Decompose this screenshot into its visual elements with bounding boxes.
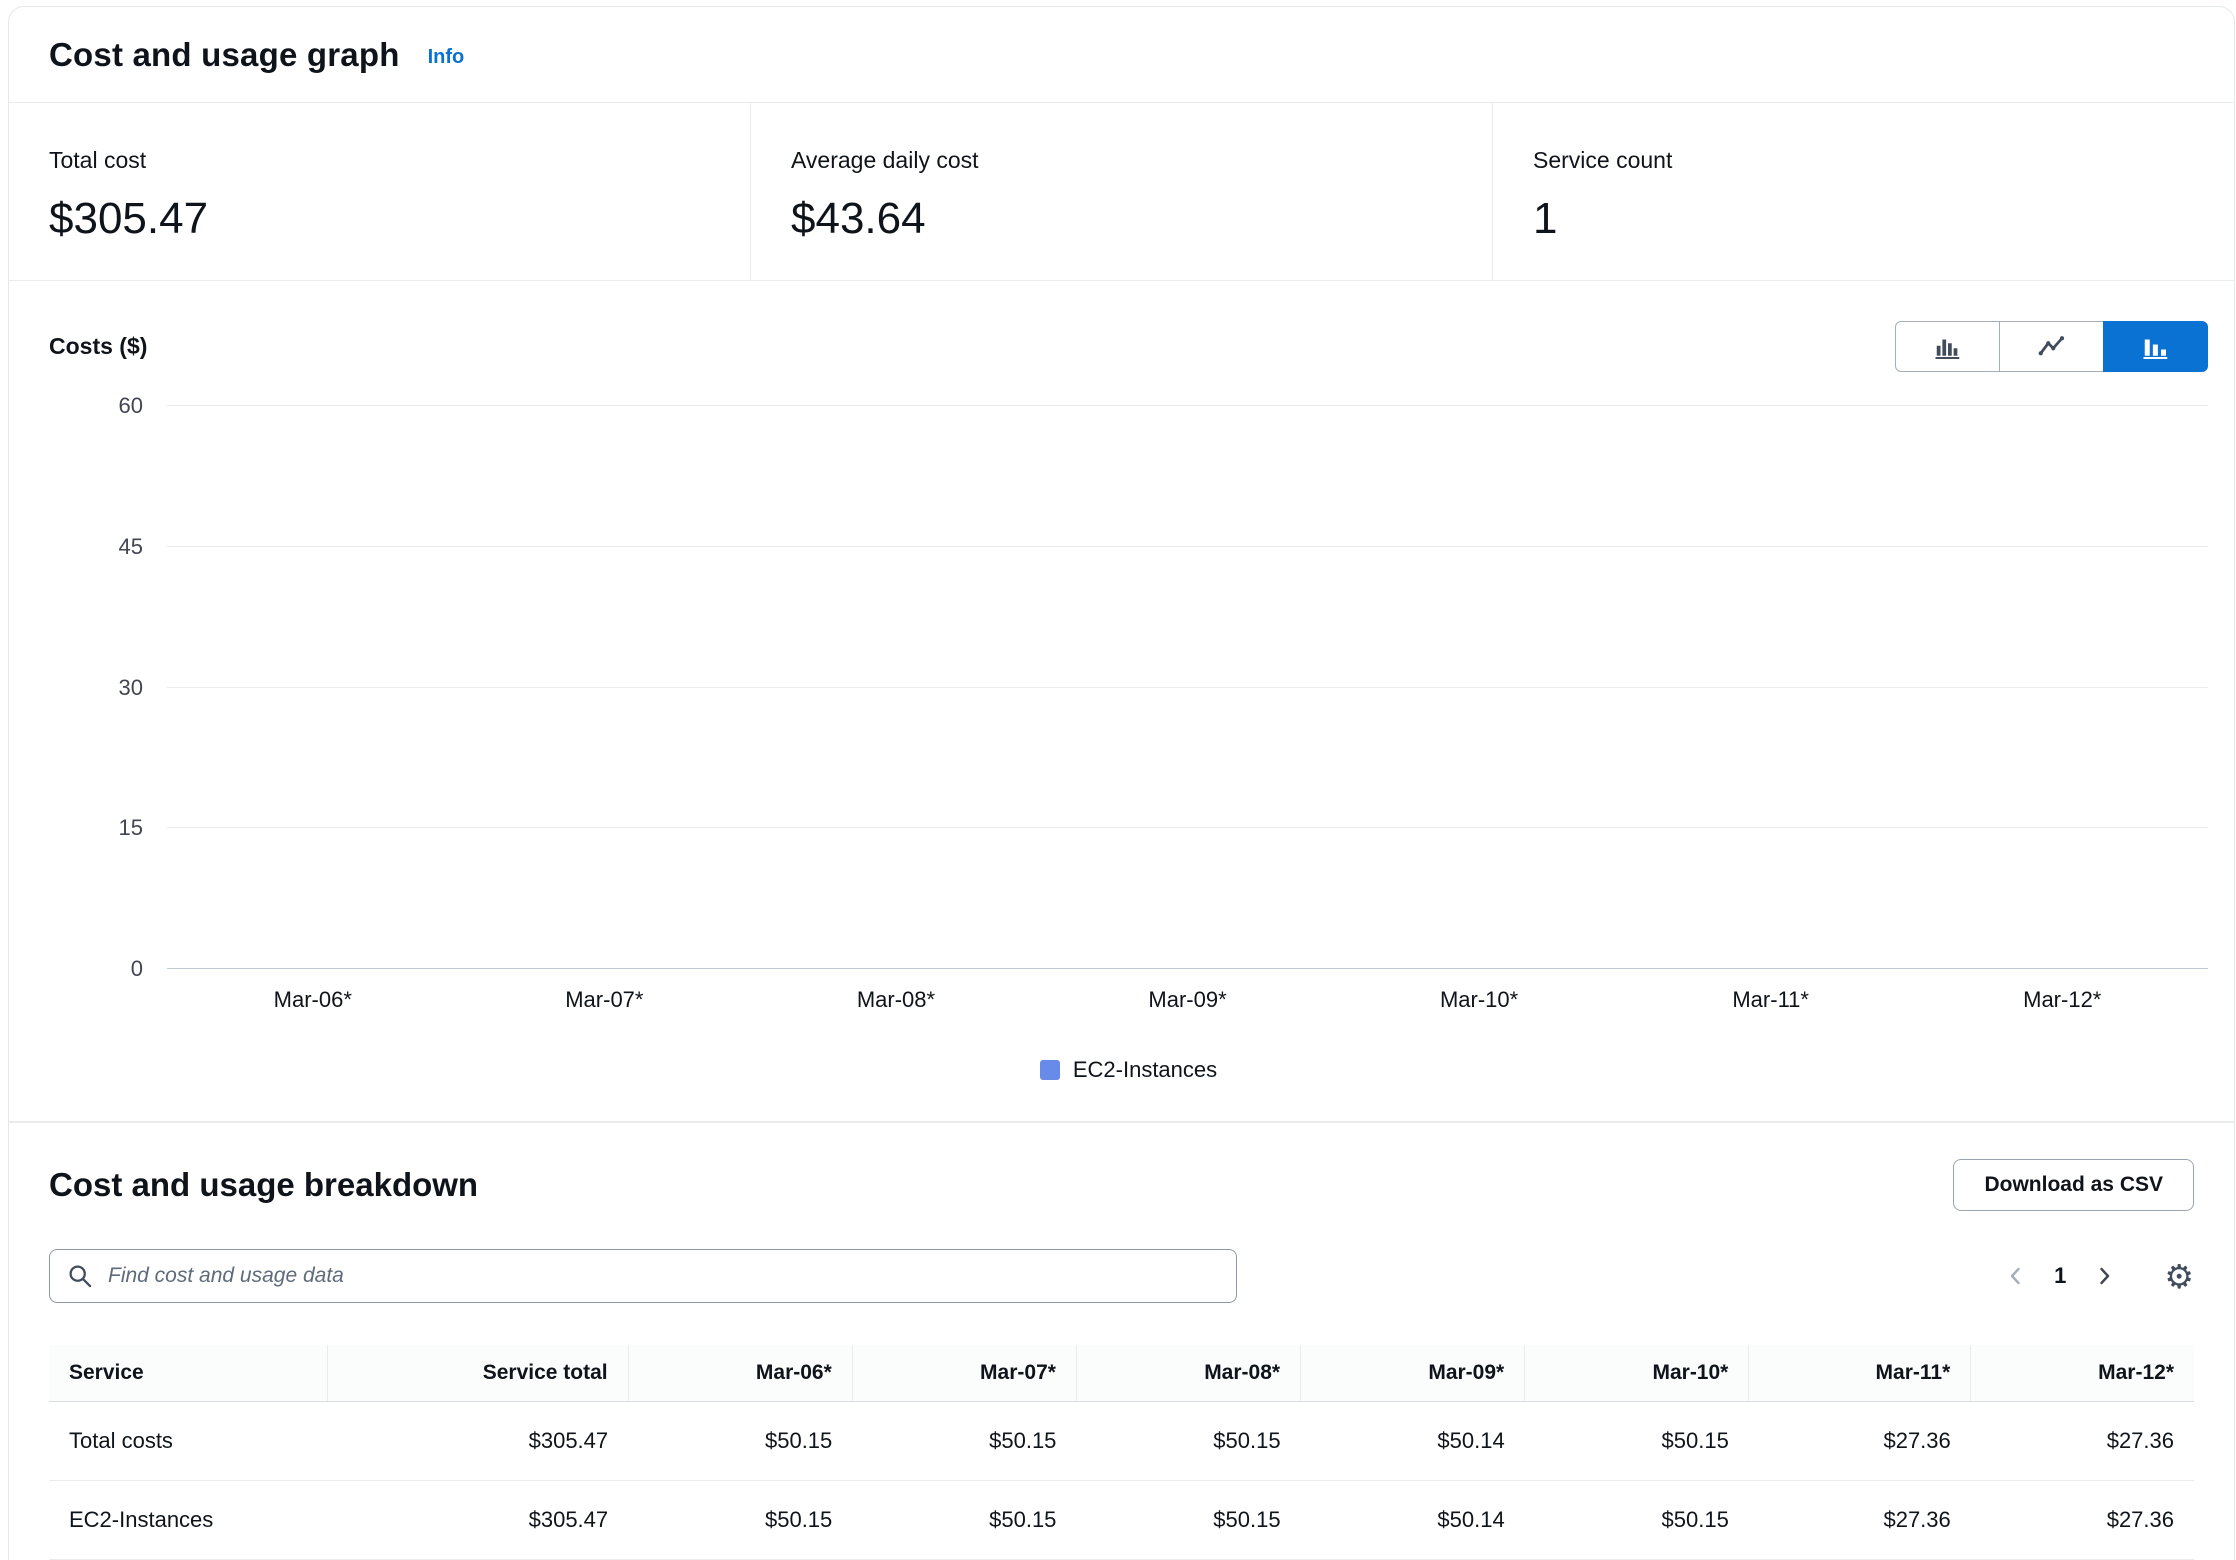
x-axis-label: Mar-06* xyxy=(167,987,459,1013)
x-axis-label: Mar-09* xyxy=(1042,987,1334,1013)
stacked-bar-chart-icon xyxy=(2141,332,2171,362)
value-cell: $27.36 xyxy=(1971,1402,2194,1481)
panel-header: Cost and usage graph Info xyxy=(9,7,2234,103)
stat-service-count: Service count 1 xyxy=(1492,103,2234,280)
breakdown-section: Cost and usage breakdown Download as CSV… xyxy=(9,1121,2234,1560)
line-chart-icon xyxy=(2037,332,2067,362)
download-csv-button[interactable]: Download as CSV xyxy=(1953,1159,2194,1211)
current-page-number[interactable]: 1 xyxy=(2054,1263,2066,1289)
service-cell: EC2-Instances xyxy=(49,1481,328,1560)
value-cell: $27.36 xyxy=(1749,1402,1971,1481)
value-cell: $50.14 xyxy=(1301,1481,1525,1560)
column-header: Service xyxy=(49,1345,328,1402)
stat-total-cost: Total cost $305.47 xyxy=(9,103,750,280)
table-row: EC2-Instances$305.47$50.15$50.15$50.15$5… xyxy=(49,1481,2194,1560)
chart-header: Costs ($) xyxy=(49,321,2208,372)
bar-chart: 015304560 xyxy=(49,406,2208,969)
table-body: Total costs$305.47$50.15$50.15$50.15$50.… xyxy=(49,1402,2194,1560)
chevron-right-icon xyxy=(2092,1264,2116,1288)
table-header: ServiceService totalMar-06*Mar-07*Mar-08… xyxy=(49,1345,2194,1402)
grouped-bar-chart-icon xyxy=(1933,332,1963,362)
service-cell: Total costs xyxy=(49,1402,328,1481)
value-cell: $50.15 xyxy=(628,1481,852,1560)
x-axis-label: Mar-12* xyxy=(1916,987,2208,1013)
breakdown-table: ServiceService totalMar-06*Mar-07*Mar-08… xyxy=(49,1345,2194,1560)
breakdown-table-wrap: ServiceService totalMar-06*Mar-07*Mar-08… xyxy=(49,1345,2194,1560)
stacked-bar-chart-button[interactable] xyxy=(2103,321,2208,372)
table-row: Total costs$305.47$50.15$50.15$50.15$50.… xyxy=(49,1402,2194,1481)
y-axis-tick-label: 45 xyxy=(119,534,143,560)
cost-and-usage-panel: Cost and usage graph Info Total cost $30… xyxy=(8,6,2235,1560)
stat-value: 1 xyxy=(1533,194,2194,244)
value-cell: $50.14 xyxy=(1301,1402,1525,1481)
y-axis-tick-label: 15 xyxy=(119,815,143,841)
column-header: Mar-11* xyxy=(1749,1345,1971,1402)
page-title: Cost and usage graph xyxy=(49,36,400,74)
line-chart-button[interactable] xyxy=(1999,321,2104,372)
column-header: Service total xyxy=(328,1345,628,1402)
y-axis-tick-label: 30 xyxy=(119,675,143,701)
breakdown-title: Cost and usage breakdown xyxy=(49,1166,478,1204)
search-input[interactable] xyxy=(49,1249,1237,1303)
value-cell: $50.15 xyxy=(1076,1481,1300,1560)
stat-average-daily-cost: Average daily cost $43.64 xyxy=(750,103,1492,280)
info-link[interactable]: Info xyxy=(428,46,465,69)
x-axis-label: Mar-11* xyxy=(1625,987,1917,1013)
chart-legend: EC2-Instances xyxy=(49,1057,2208,1083)
chart-section: Costs ($) xyxy=(9,281,2234,1121)
column-header: Mar-08* xyxy=(1076,1345,1300,1402)
chart-x-axis: Mar-06*Mar-07*Mar-08*Mar-09*Mar-10*Mar-1… xyxy=(167,987,2208,1013)
previous-page-button[interactable] xyxy=(2000,1260,2032,1292)
value-cell: $50.15 xyxy=(852,1402,1076,1481)
chart-plot xyxy=(167,406,2208,969)
settings-icon[interactable]: ⚙ xyxy=(2164,1260,2194,1293)
stat-label: Service count xyxy=(1533,147,2194,174)
value-cell: $27.36 xyxy=(1749,1481,1971,1560)
pagination: 1 ⚙ xyxy=(2000,1260,2194,1293)
y-axis-tick-label: 60 xyxy=(119,393,143,419)
search-box xyxy=(49,1249,1237,1303)
table-controls: 1 ⚙ xyxy=(49,1249,2194,1303)
value-cell: $50.15 xyxy=(1525,1481,1749,1560)
column-header: Mar-09* xyxy=(1301,1345,1525,1402)
stat-value: $43.64 xyxy=(791,194,1452,244)
stat-value: $305.47 xyxy=(49,194,710,244)
value-cell: $305.47 xyxy=(328,1481,628,1560)
value-cell: $27.36 xyxy=(1971,1481,2194,1560)
chart-bars xyxy=(167,406,2208,969)
legend-swatch xyxy=(1040,1060,1060,1080)
legend-label: EC2-Instances xyxy=(1073,1057,1217,1083)
x-axis-label: Mar-10* xyxy=(1333,987,1625,1013)
x-axis-label: Mar-08* xyxy=(750,987,1042,1013)
chart-type-toggle-group xyxy=(1895,321,2208,372)
table-header-row: ServiceService totalMar-06*Mar-07*Mar-08… xyxy=(49,1345,2194,1402)
column-header: Mar-10* xyxy=(1525,1345,1749,1402)
value-cell: $50.15 xyxy=(628,1402,852,1481)
breakdown-header: Cost and usage breakdown Download as CSV xyxy=(49,1159,2194,1211)
value-cell: $50.15 xyxy=(852,1481,1076,1560)
stat-label: Average daily cost xyxy=(791,147,1452,174)
column-header: Mar-07* xyxy=(852,1345,1076,1402)
y-axis-tick-label: 0 xyxy=(131,956,143,982)
value-cell: $305.47 xyxy=(328,1402,628,1481)
chevron-left-icon xyxy=(2004,1264,2028,1288)
value-cell: $50.15 xyxy=(1076,1402,1300,1481)
next-page-button[interactable] xyxy=(2088,1260,2120,1292)
grouped-bar-chart-button[interactable] xyxy=(1895,321,2000,372)
x-axis-label: Mar-07* xyxy=(459,987,751,1013)
summary-stats: Total cost $305.47 Average daily cost $4… xyxy=(9,103,2234,281)
chart-y-axis-title: Costs ($) xyxy=(49,333,147,360)
value-cell: $50.15 xyxy=(1525,1402,1749,1481)
stat-label: Total cost xyxy=(49,147,710,174)
chart-y-axis: 015304560 xyxy=(49,406,167,969)
column-header: Mar-12* xyxy=(1971,1345,2194,1402)
search-icon xyxy=(67,1263,94,1290)
column-header: Mar-06* xyxy=(628,1345,852,1402)
